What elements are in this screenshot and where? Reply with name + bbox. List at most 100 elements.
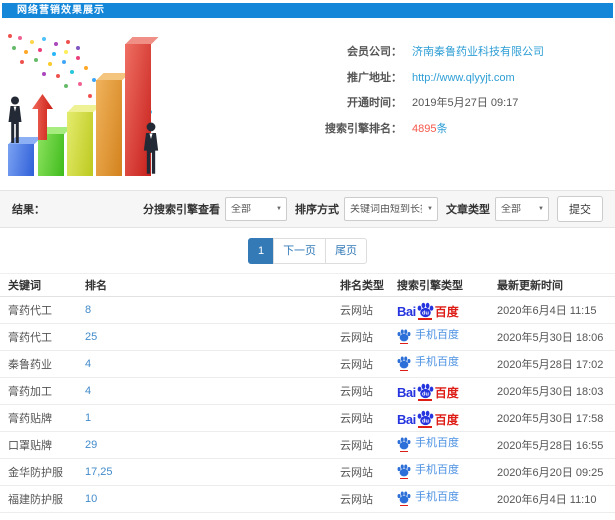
filter-bar: 结果： 分搜索引擎查看 全部 排序方式 关键词由短到长排序 文章类型 全部 提交: [0, 190, 615, 228]
mobile-baidu-label: 手机百度: [415, 491, 459, 503]
mobile-baidu-paw-icon: [397, 356, 411, 371]
updated-cell: 2020年5月30日 18:03: [497, 377, 615, 405]
keyword-cell: 秦鲁药业: [0, 350, 85, 378]
open-time-row: 开通时间： 2019年5月27日 09:17: [174, 91, 605, 117]
svg-text:du: du: [422, 391, 429, 397]
sort-select[interactable]: 关键词由短到长排序: [344, 197, 438, 221]
mobile-baidu-paw-icon: [397, 437, 411, 452]
engine-view-label: 分搜索引擎查看: [143, 204, 220, 216]
member-company-link[interactable]: 济南秦鲁药业科技有限公司: [412, 46, 544, 58]
table-header-row: 关键词 排名 排名类型 搜索引擎类型 最新更新时间: [0, 273, 615, 297]
open-time-label: 开通时间：: [347, 97, 402, 109]
baidu-pc-logo: Bai du 百度: [397, 383, 459, 401]
rank-link[interactable]: 17,25: [85, 466, 113, 478]
bar-green-icon: [38, 134, 64, 176]
updated-cell: 2020年5月28日 16:55: [497, 431, 615, 459]
rank-link[interactable]: 1: [85, 412, 91, 424]
open-time-value: 2019年5月27日 09:17: [412, 97, 519, 109]
submit-button[interactable]: 提交: [557, 196, 603, 222]
engine-rank-unit: 条: [436, 122, 448, 135]
rank-type-cell: 云网站: [340, 431, 397, 459]
rank-type-cell: 云网站: [340, 485, 397, 513]
table-row: 膏药代工 8 云网站 Bai du 百度 2020年6月4日 11:15: [0, 296, 615, 324]
table-row: 膏药加工 4 云网站 Bai du 百度 2020年5月30日 18:03: [0, 377, 615, 405]
baidu-pc-logo: Bai du 百度: [397, 410, 459, 428]
baidu-mobile-logo: 手机百度: [397, 437, 459, 452]
svg-text:du: du: [422, 418, 429, 424]
rank-type-cell: 云网站: [340, 377, 397, 405]
bar-yellow-icon: [67, 112, 93, 176]
engine-view-select[interactable]: 全部: [225, 197, 287, 221]
mobile-baidu-label: 手机百度: [415, 437, 459, 449]
baidu-mobile-logo: 手机百度: [397, 491, 459, 506]
rank-link[interactable]: 29: [85, 439, 97, 451]
baidu-mobile-logo: 手机百度: [397, 464, 459, 479]
businessman-right-icon: [143, 122, 159, 174]
rank-link[interactable]: 25: [85, 331, 97, 343]
col-updated: 最新更新时间: [497, 273, 615, 297]
keyword-cell: 膏药贴牌: [0, 404, 85, 432]
mobile-baidu-paw-icon: [397, 464, 411, 479]
mobile-baidu-paw-icon: [397, 329, 411, 344]
page-1-button[interactable]: 1: [247, 237, 275, 264]
results-table-body: 膏药代工 8 云网站 Bai du 百度 2020年6月4日 11:15 膏药代…: [0, 296, 615, 513]
next-page-button[interactable]: 下一页: [273, 237, 327, 264]
rank-link[interactable]: 4: [85, 358, 91, 370]
table-row: 膏药代工 25 云网站 Bai du 百度: [0, 323, 615, 351]
table-row: 福建防护服 10 云网站 Bai du 百度: [0, 485, 615, 513]
result-label: 结果：: [12, 204, 45, 216]
keyword-cell: 福建防护服: [0, 485, 85, 513]
mobile-baidu-label: 手机百度: [415, 464, 459, 476]
keyword-cell: 膏药加工: [0, 377, 85, 405]
sort-label: 排序方式: [295, 204, 339, 216]
updated-cell: 2020年6月4日 11:15: [497, 296, 615, 324]
mobile-baidu-label: 手机百度: [415, 356, 459, 368]
baidu-paw-icon: du: [417, 383, 434, 401]
svg-text:du: du: [422, 310, 429, 316]
rank-link[interactable]: 4: [85, 385, 91, 397]
baidu-pc-logo: Bai du 百度: [397, 302, 459, 320]
pagination: 1 下一页 尾页: [0, 228, 615, 273]
last-page-button[interactable]: 尾页: [325, 237, 368, 264]
mobile-baidu-paw-icon: [397, 491, 411, 506]
article-type-label: 文章类型: [446, 204, 490, 216]
updated-cell: 2020年5月30日 17:58: [497, 404, 615, 432]
col-rank: 排名: [85, 273, 340, 297]
engine-rank-label: 搜索引擎排名：: [325, 122, 402, 135]
col-keyword: 关键词: [0, 273, 85, 297]
engine-rank-row: 搜索引擎排名： 4895条: [174, 117, 605, 143]
rank-link[interactable]: 8: [85, 304, 91, 316]
rank-type-cell: 云网站: [340, 350, 397, 378]
updated-cell: 2020年5月28日 17:02: [497, 350, 615, 378]
keyword-cell: 金华防护服: [0, 458, 85, 486]
baidu-mobile-logo: 手机百度: [397, 356, 459, 371]
mobile-baidu-label: 手机百度: [415, 329, 459, 341]
rank-link[interactable]: 10: [85, 493, 97, 505]
keyword-cell: 膏药代工: [0, 323, 85, 351]
promo-url-row: 推广地址： http://www.qlyyjt.com: [174, 66, 605, 92]
results-table: 关键词 排名 排名类型 搜索引擎类型 最新更新时间 膏药代工 8 云网站 Bai: [0, 273, 615, 513]
businessman-left-icon: [8, 96, 22, 143]
member-company-row: 会员公司： 济南秦鲁药业科技有限公司: [174, 40, 605, 66]
bar-orange-icon: [96, 80, 122, 176]
promo-url-link[interactable]: http://www.qlyyjt.com: [412, 72, 515, 84]
table-row: 金华防护服 17,25 云网站 Bai du 百度: [0, 458, 615, 486]
growth-chart-illustration: [2, 30, 174, 182]
col-engine-type: 搜索引擎类型: [397, 273, 497, 297]
rank-type-cell: 云网站: [340, 323, 397, 351]
article-type-select[interactable]: 全部: [495, 197, 549, 221]
company-info: 会员公司： 济南秦鲁药业科技有限公司 推广地址： http://www.qlyy…: [174, 30, 605, 183]
updated-cell: 2020年6月4日 11:10: [497, 485, 615, 513]
confetti-dots: [8, 34, 12, 38]
page-title: 网络营销效果展示: [2, 3, 613, 18]
rank-type-cell: 云网站: [340, 404, 397, 432]
table-row: 口罩贴牌 29 云网站 Bai du 百度: [0, 431, 615, 459]
rank-type-cell: 云网站: [340, 296, 397, 324]
bar-blue-icon: [8, 144, 34, 176]
baidu-paw-icon: du: [417, 302, 434, 320]
summary-section: 会员公司： 济南秦鲁药业科技有限公司 推广地址： http://www.qlyy…: [0, 18, 615, 183]
table-row: 膏药贴牌 1 云网站 Bai du 百度 2020年5月30日 17:58: [0, 404, 615, 432]
updated-cell: 2020年5月30日 18:06: [497, 323, 615, 351]
baidu-paw-icon: du: [417, 410, 434, 428]
up-arrow-icon: [32, 94, 53, 140]
